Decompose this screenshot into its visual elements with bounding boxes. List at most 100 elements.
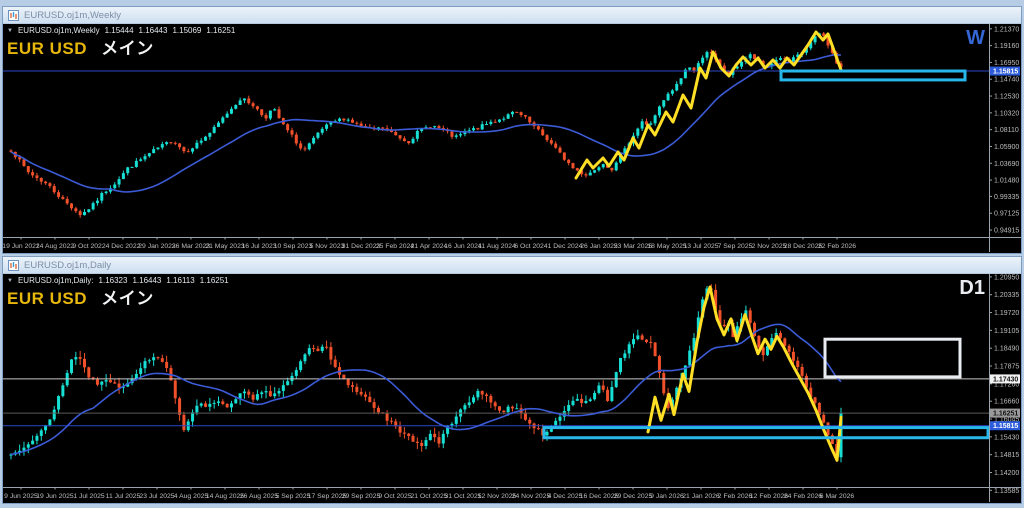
date-tick-label: 6 Mar 2026 xyxy=(820,493,855,500)
price-tick-label: 1.20335 xyxy=(994,292,1019,299)
date-tick-label: 11 Aug 2024 xyxy=(478,243,516,250)
date-tick-label: 9 Oct 2022 xyxy=(72,243,105,250)
date-tick-label: 7 Sep 2025 xyxy=(718,243,753,250)
price-axis[interactable]: 1.20950 1.20335 1.19720 1.19105 1.18490 1.178… xyxy=(989,274,1020,495)
symbol-watermark: EUR USD メイン xyxy=(7,284,154,309)
date-tick-label: 6 Oct 2024 xyxy=(514,243,547,250)
date-tick-label: 17 Sep 2025 xyxy=(308,493,347,500)
price-axis[interactable]: 1.21370 1.19160 1.16950 1.14740 1.12530 1.103… xyxy=(989,26,1020,235)
date-tick-label: 25 Feb 2024 xyxy=(376,243,414,250)
quote-close: 1.16251 xyxy=(199,276,229,285)
candlestick-series[interactable] xyxy=(9,284,843,463)
date-tick-label: 16 Dec 2025 xyxy=(580,493,619,500)
date-tick-label: 13 Jul 2025 xyxy=(683,243,718,250)
quote-low: 1.15069 xyxy=(172,26,202,35)
price-tick-label: 1.10320 xyxy=(994,110,1019,117)
date-tick-label: 14 Aug 2025 xyxy=(206,493,244,500)
date-tick-label: 19 Jun 2025 xyxy=(36,493,74,500)
quote-expander-icon[interactable]: ▼ xyxy=(7,278,13,284)
price-tick-label: 1.16660 xyxy=(994,399,1019,406)
weekly-chart-svg[interactable]: 1.21370 1.19160 1.16950 1.14740 1.12530 1.103… xyxy=(3,24,1021,252)
date-tick-label: 5 Nov 2023 xyxy=(310,243,345,250)
date-tick-label: 9 Jan 2026 xyxy=(650,493,684,500)
quote-close: 1.16251 xyxy=(206,26,236,35)
date-tick-label: 9 Oct 2025 xyxy=(378,493,411,500)
price-tick-label: 1.15430 xyxy=(994,434,1019,441)
date-tick-label: 21 Oct 2025 xyxy=(410,493,447,500)
window-titlebar[interactable]: EURUSD.oj1m,Weekly xyxy=(3,7,1021,24)
price-tick-label: 1.17875 xyxy=(994,364,1019,371)
moving-average-line[interactable] xyxy=(10,323,842,456)
price-tick-label: 1.01480 xyxy=(994,178,1019,185)
chart-window-weekly: EURUSD.oj1m,Weekly 1.21370 1.19160 1.16950… xyxy=(2,6,1022,254)
price-tick-label: 1.12530 xyxy=(994,94,1019,101)
price-marker-label: 1.16251 xyxy=(993,411,1018,418)
timeframe-badge: W xyxy=(966,27,985,49)
date-axis[interactable]: 9 Jun 202519 Jun 2025 1 Jul 2025 11 Jul 20… xyxy=(4,487,854,500)
date-tick-label: 28 Dec 2025 xyxy=(784,243,823,250)
date-tick-label: 1 Dec 2024 xyxy=(548,243,583,250)
date-tick-label: 5 Sep 2025 xyxy=(276,493,311,500)
price-marker-label: 1.15815 xyxy=(993,69,1018,76)
price-tick-label: 1.14815 xyxy=(994,452,1019,459)
watermark-suffix: メイン xyxy=(101,289,154,308)
price-tick-label: 1.08110 xyxy=(994,127,1019,134)
rectangle-objects[interactable] xyxy=(779,69,967,82)
date-tick-label: 4 Aug 2025 xyxy=(174,493,209,500)
date-tick-label: 21 May 2023 xyxy=(205,243,245,250)
watermark-symbol: EUR USD xyxy=(7,39,88,58)
date-tick-label: 18 May 2025 xyxy=(647,243,687,250)
timeframe-badge: D1 xyxy=(959,277,985,299)
window-titlebar[interactable]: EURUSD.oj1m,Daily xyxy=(3,257,1021,274)
date-tick-label: 26 Jan 2025 xyxy=(580,243,618,250)
date-axis[interactable]: 19 Jun 202214 Aug 20229 Oct 2022 4 Dec 20… xyxy=(3,237,856,250)
date-tick-label: 29 Dec 2025 xyxy=(614,493,653,500)
quote-expander-icon[interactable]: ▼ xyxy=(7,28,13,34)
price-tick-label: 1.18490 xyxy=(994,346,1019,353)
date-tick-label: 31 Dec 2023 xyxy=(342,243,381,250)
date-tick-label: 31 Oct 2025 xyxy=(444,493,481,500)
date-tick-label: 16 Jul 2023 xyxy=(241,243,276,250)
daily-chart-svg[interactable]: 1.20950 1.20335 1.19720 1.19105 1.18490 1.178… xyxy=(3,274,1021,502)
date-tick-label: 26 Aug 2025 xyxy=(240,493,278,500)
date-tick-label: 9 Jun 2025 xyxy=(4,493,38,500)
date-tick-label: 14 Aug 2022 xyxy=(36,243,74,250)
trading-workspace: { "app": {"background": "#b7cde6", "char… xyxy=(0,0,1024,508)
date-tick-label: 24 Feb 2026 xyxy=(784,493,822,500)
date-tick-label: 19 Jun 2022 xyxy=(3,243,40,250)
price-marker-label: 1.15815 xyxy=(993,423,1018,430)
price-tick-label: 1.19720 xyxy=(994,310,1019,317)
date-tick-label: 12 Feb 2026 xyxy=(750,493,788,500)
window-title: EURUSD.oj1m,Daily xyxy=(24,259,112,271)
date-tick-label: 23 Jul 2025 xyxy=(139,493,174,500)
date-tick-label: 24 Nov 2025 xyxy=(512,493,551,500)
date-tick-label: 22 Feb 2026 xyxy=(818,243,856,250)
price-tick-label: 1.03690 xyxy=(994,161,1019,168)
watermark-symbol: EUR USD xyxy=(7,289,88,308)
date-tick-label: 4 Dec 2025 xyxy=(548,493,583,500)
chart-canvas-daily[interactable]: 1.20950 1.20335 1.19720 1.19105 1.18490 1.178… xyxy=(3,274,1021,503)
chart-window-daily: EURUSD.oj1m,Daily 1.20950 1.20335 1.19720 1… xyxy=(2,256,1022,504)
price-tick-label: 0.99335 xyxy=(994,194,1019,201)
date-tick-label: 21 Apr 2024 xyxy=(411,243,448,250)
price-tick-label: 1.13585 xyxy=(994,488,1019,495)
chart-window-icon xyxy=(8,259,19,271)
chart-window-icon xyxy=(8,9,19,21)
date-tick-label: 4 Dec 2022 xyxy=(106,243,141,250)
price-tick-label: 1.14200 xyxy=(994,470,1019,477)
date-tick-label: 29 Jan 2023 xyxy=(138,243,176,250)
date-tick-label: 2 Feb 2026 xyxy=(718,493,753,500)
date-tick-label: 2 Nov 2025 xyxy=(752,243,787,250)
chart-canvas-weekly[interactable]: 1.21370 1.19160 1.16950 1.14740 1.12530 1.103… xyxy=(3,24,1021,253)
date-tick-label: 16 Jun 2024 xyxy=(444,243,482,250)
date-tick-label: 10 Sep 2023 xyxy=(274,243,313,250)
price-tick-label: 1.21370 xyxy=(994,26,1019,33)
zigzag-line[interactable] xyxy=(574,30,843,180)
date-tick-label: 29 Sep 2025 xyxy=(342,493,381,500)
watermark-suffix: メイン xyxy=(101,39,154,58)
date-tick-label: 11 Jul 2025 xyxy=(106,493,141,500)
price-tick-label: 1.20950 xyxy=(994,274,1019,281)
price-tick-label: 1.19160 xyxy=(994,43,1019,50)
moving-average-line[interactable] xyxy=(10,54,842,193)
date-tick-label: 21 Jan 2026 xyxy=(682,493,720,500)
